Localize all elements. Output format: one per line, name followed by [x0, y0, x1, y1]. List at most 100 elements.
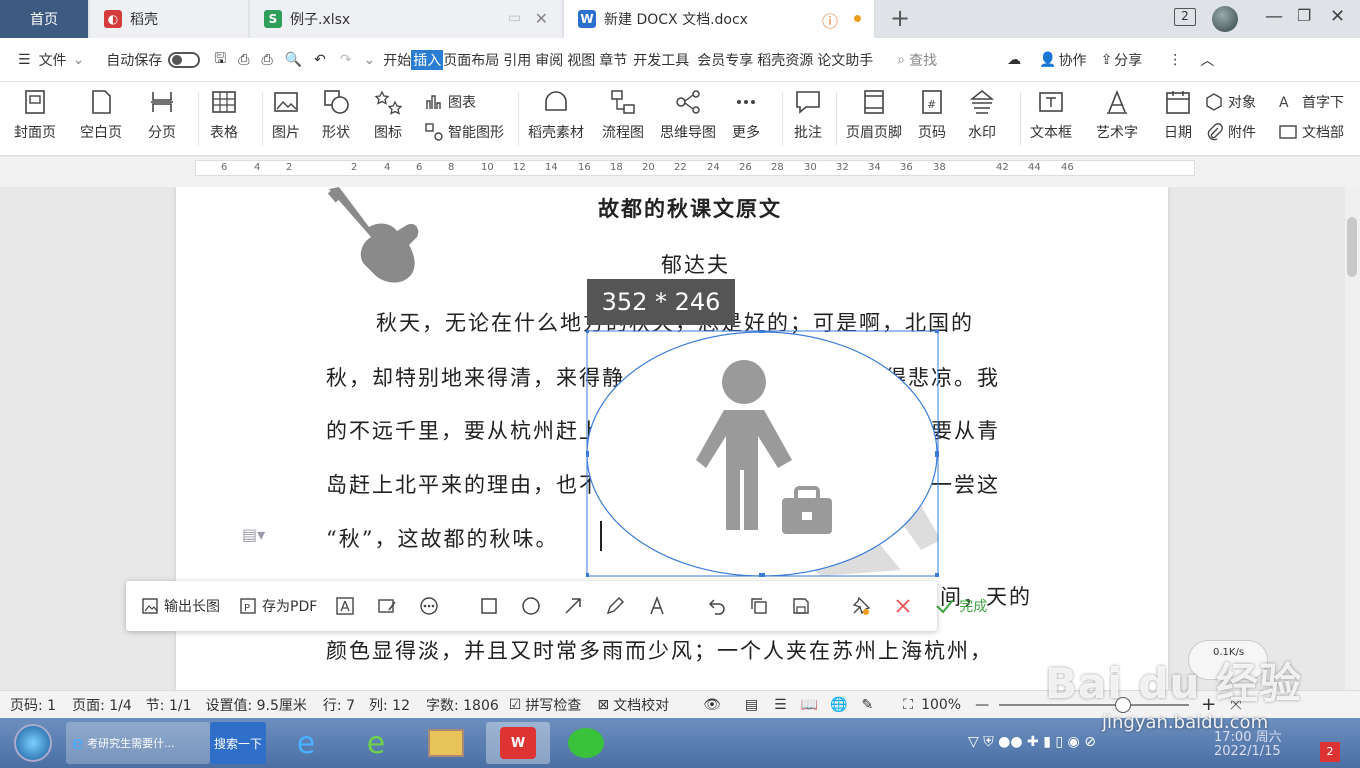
more-options-icon[interactable]: ⋮	[1168, 52, 1182, 68]
pin-button[interactable]	[851, 596, 875, 616]
page-break-button[interactable]: 分页	[148, 88, 176, 142]
export-pdf-icon[interactable]: ⎙	[238, 52, 249, 68]
new-tab-button[interactable]: +	[890, 4, 910, 32]
status-word-count[interactable]: 字数: 1806	[426, 695, 499, 715]
chevron-down-icon[interactable]: ⌄	[73, 52, 85, 68]
wordart-button[interactable]: 艺术字	[1096, 88, 1138, 142]
collab-button[interactable]: 协作	[1059, 50, 1087, 70]
close-window-button[interactable]: ✕	[1330, 6, 1345, 27]
comment-button[interactable]: 批注	[794, 88, 822, 142]
redo-icon[interactable]: ↷	[340, 52, 352, 68]
horizontal-ruler[interactable]: 6 4 2 2 4 6 8 10 12 14 16 18 20 22 24 26 28 30 32 34 36 38 42 4…	[195, 160, 1195, 176]
search-input[interactable]: 查找	[909, 50, 937, 70]
rectangle-tool[interactable]	[479, 596, 503, 616]
tab-xlsx[interactable]: S 例子.xlsx ▭ ✕	[250, 0, 562, 38]
flowchart-button[interactable]: 流程图	[602, 88, 644, 142]
hamburger-icon[interactable]: ☰	[18, 52, 31, 68]
arrow-tool[interactable]	[563, 596, 587, 616]
status-page[interactable]: 页码: 1	[10, 695, 56, 715]
edit-image-button[interactable]	[377, 596, 401, 616]
tab-daoke[interactable]: ◐ 稻壳	[90, 0, 248, 38]
more-insert-button[interactable]: 更多	[732, 88, 760, 142]
tab-chapter[interactable]: 章节	[599, 50, 627, 70]
eye-icon[interactable]: 👁	[703, 697, 721, 713]
text-extract-button[interactable]	[335, 596, 359, 616]
save-pdf-button[interactable]: P 存为PDF	[238, 596, 317, 616]
docpart-button[interactable]: 文档部	[1278, 122, 1344, 142]
ellipse-tool[interactable]	[521, 596, 545, 616]
tab-thesis[interactable]: 论文助手	[817, 50, 873, 70]
tab-page-layout[interactable]: 页面布局	[443, 50, 499, 70]
tab-insert[interactable]: 插入	[411, 49, 444, 70]
warning-icon[interactable]: ⓘ	[822, 8, 838, 32]
tray-icons[interactable]: ▽ ⛨ ●● ✚ ▮ ▯ ◉ ⊘	[968, 734, 1096, 750]
header-footer-button[interactable]: 页眉页脚	[846, 88, 902, 142]
save-button[interactable]	[791, 596, 815, 616]
textbox-button[interactable]: 文本框	[1030, 88, 1072, 142]
page-number-button[interactable]: # 页码	[918, 88, 946, 142]
search-button[interactable]: 搜索一下	[210, 722, 266, 764]
outline-view-icon[interactable]: ☰	[774, 697, 787, 713]
paragraph-handle-icon[interactable]: ▤▾	[242, 525, 265, 544]
tab-references[interactable]: 引用	[503, 50, 531, 70]
vertical-scrollbar[interactable]	[1345, 187, 1360, 690]
window-count-badge[interactable]: 2	[1174, 8, 1196, 26]
autosave-toggle[interactable]	[168, 51, 201, 68]
start-button[interactable]	[10, 722, 56, 764]
save-icon[interactable]: 🖫	[214, 48, 226, 72]
date-button[interactable]: 日期	[1164, 88, 1192, 142]
search-icon[interactable]: ⌕	[897, 52, 905, 68]
file-menu[interactable]: 文件	[39, 50, 67, 70]
taskbar-ie-window[interactable]: e 考研究生需要什...	[66, 722, 210, 764]
icon-button[interactable]: 图标	[374, 88, 402, 142]
restore-button[interactable]: ❐	[1297, 6, 1311, 25]
tab-developer[interactable]: 开发工具	[633, 50, 689, 70]
guitar-icon[interactable]	[321, 187, 451, 305]
share-button[interactable]: 分享	[1114, 50, 1142, 70]
blank-page-button[interactable]: 空白页	[80, 88, 122, 142]
zoom-out-button[interactable]: —	[975, 697, 989, 713]
status-row[interactable]: 行: 7	[323, 695, 355, 715]
monitor-icon[interactable]: ▭	[508, 10, 521, 26]
undo-button[interactable]	[707, 596, 731, 616]
pen-tool[interactable]	[605, 596, 629, 616]
object-button[interactable]: 对象	[1204, 92, 1256, 112]
attachment-button[interactable]: 附件	[1204, 122, 1256, 142]
copy-button[interactable]	[749, 596, 773, 616]
selected-shape[interactable]	[586, 330, 939, 577]
shape-button[interactable]: 形状	[322, 88, 350, 142]
status-setting[interactable]: 设置值: 9.5厘米	[205, 695, 306, 715]
cover-page-button[interactable]: 封面页	[14, 88, 56, 142]
tab-review[interactable]: 审阅	[535, 50, 563, 70]
tab-daoke-resources[interactable]: 稻壳资源	[757, 50, 813, 70]
tab-start[interactable]: 开始	[383, 50, 411, 70]
fit-page-icon[interactable]: ⛶	[903, 697, 913, 713]
text-tool[interactable]	[647, 596, 671, 616]
collapse-ribbon-icon[interactable]: ︿	[1200, 50, 1214, 70]
tab-home[interactable]: 首页	[0, 0, 88, 38]
notification-badge[interactable]: 2	[1320, 742, 1340, 762]
wps-taskbar-icon[interactable]: W	[486, 722, 550, 764]
status-pages[interactable]: 页面: 1/4	[72, 695, 132, 715]
wechat-taskbar-icon[interactable]	[556, 722, 616, 764]
status-section[interactable]: 节: 1/1	[146, 695, 192, 715]
mindmap-button[interactable]: 思维导图	[660, 88, 716, 142]
read-view-icon[interactable]: 📖	[801, 697, 818, 713]
explorer-taskbar-icon[interactable]	[416, 722, 476, 764]
close-icon[interactable]: ✕	[535, 9, 548, 28]
smartart-button[interactable]: 智能图形	[424, 122, 504, 142]
tab-view[interactable]: 视图	[567, 50, 595, 70]
tab-member[interactable]: 会员专享	[697, 50, 753, 70]
undo-icon[interactable]: ↶	[314, 52, 326, 68]
page-view-icon[interactable]: ▤	[745, 697, 758, 713]
chart-button[interactable]: 图表	[424, 92, 476, 112]
print-icon[interactable]: ⎙	[261, 52, 272, 68]
web-view-icon[interactable]: 🌐	[830, 697, 847, 713]
export-long-image-button[interactable]: 输出长图	[140, 596, 220, 616]
scrollbar-thumb[interactable]	[1347, 217, 1357, 277]
pen-mode-icon[interactable]: ✎	[862, 697, 874, 713]
minimize-button[interactable]: —	[1265, 6, 1283, 27]
browser-taskbar-icon[interactable]: e	[346, 722, 406, 764]
proofread-button[interactable]: 文档校对	[613, 695, 669, 715]
zoom-level[interactable]: 100%	[921, 697, 961, 713]
